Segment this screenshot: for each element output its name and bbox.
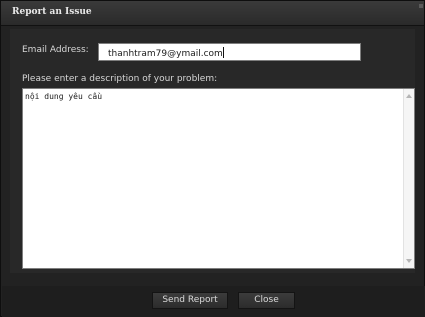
scroll-down-arrow-icon[interactable] [406,259,412,263]
email-value: thanhtram79@ymail.com [108,49,223,59]
report-issue-dialog: Report an Issue Email Address: thanhtram… [0,0,425,317]
email-label: Email Address: [22,45,89,55]
scroll-up-arrow-icon[interactable] [406,94,412,98]
email-input[interactable]: thanhtram79@ymail.com [98,43,361,61]
text-caret [222,47,224,58]
title-bar[interactable]: Report an Issue [1,1,424,26]
description-label: Please enter a description of your probl… [22,74,218,84]
send-report-button[interactable]: Send Report [152,292,228,309]
description-textarea[interactable]: nội dung yêu cầu [22,88,415,269]
description-value: nội dung yêu cầu [25,92,103,101]
window-edge-mark [419,4,423,8]
close-button[interactable]: Close [238,292,295,309]
dialog-title: Report an Issue [12,7,92,17]
textarea-scrollbar[interactable] [403,89,414,268]
